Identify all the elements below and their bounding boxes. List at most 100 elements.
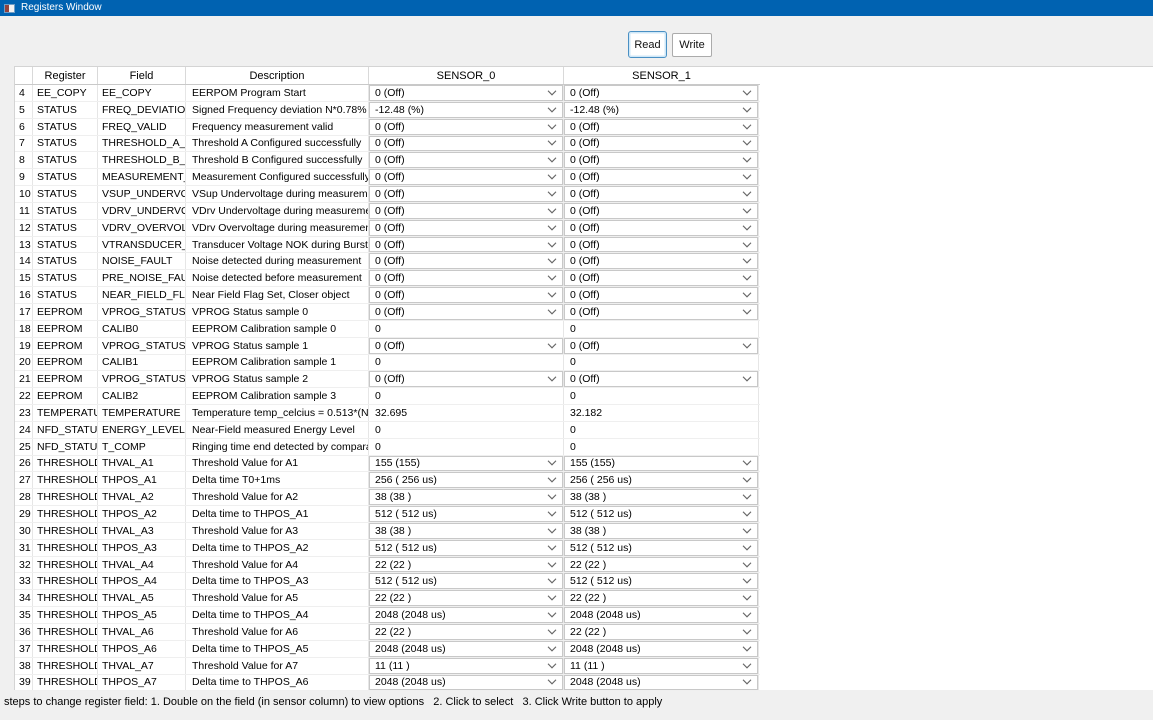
sensor0-dropdown[interactable]: 2048 (2048 us) — [369, 675, 563, 691]
sensor1-dropdown[interactable]: 0 (Off) — [564, 186, 758, 202]
sensor1-dropdown[interactable]: 2048 (2048 us) — [564, 675, 758, 691]
write-button[interactable]: Write — [672, 33, 712, 57]
sensor0-dropdown[interactable]: 0 (Off) — [369, 237, 563, 253]
sensor0-dropdown[interactable]: 38 (38 ) — [369, 489, 563, 505]
sensor1-dropdown[interactable]: 512 ( 512 us) — [564, 573, 758, 589]
register-column-header[interactable]: Register — [33, 67, 98, 84]
field-cell: PRE_NOISE_FAULT — [98, 270, 186, 286]
field-cell: CALIB0 — [98, 321, 186, 337]
chevron-down-icon — [547, 679, 557, 685]
sensor0-dropdown[interactable]: 0 (Off) — [369, 253, 563, 269]
sensor1-cell: 0 — [564, 355, 759, 371]
sensor0-dropdown[interactable]: 0 (Off) — [369, 338, 563, 354]
sensor0-dropdown[interactable]: 0 (Off) — [369, 186, 563, 202]
sensor0-dropdown[interactable]: 512 ( 512 us) — [369, 573, 563, 589]
table-row: 15STATUSPRE_NOISE_FAULTNoise detected be… — [15, 270, 760, 287]
sensor1-dropdown[interactable]: 2048 (2048 us) — [564, 641, 758, 657]
sensor0-dropdown[interactable]: 2048 (2048 us) — [369, 607, 563, 623]
sensor1-dropdown[interactable]: -12.48 (%) — [564, 102, 758, 118]
sensor0-dropdown[interactable]: 22 (22 ) — [369, 590, 563, 606]
sensor0-dropdown[interactable]: 0 (Off) — [369, 85, 563, 101]
row-number: 34 — [15, 590, 33, 606]
sensor0-dropdown[interactable]: 155 (155) — [369, 456, 563, 472]
sensor1-dropdown[interactable]: 256 ( 256 us) — [564, 472, 758, 488]
sensor0-dropdown[interactable]: 0 (Off) — [369, 119, 563, 135]
sensor1-cell: 0 (Off) — [564, 152, 759, 168]
row-number: 12 — [15, 220, 33, 236]
field-cell: MEASUREMENT_OK — [98, 169, 186, 185]
sensor1-dropdown[interactable]: 0 (Off) — [564, 287, 758, 303]
sensor0-cell: 0 (Off) — [369, 220, 564, 236]
sensor1-dropdown[interactable]: 0 (Off) — [564, 304, 758, 320]
sensor1-dropdown[interactable]: 0 (Off) — [564, 136, 758, 152]
field-cell: VPROG_STATUS0 — [98, 304, 186, 320]
sensor1-dropdown[interactable]: 22 (22 ) — [564, 624, 758, 640]
sensor1-dropdown[interactable]: 0 (Off) — [564, 85, 758, 101]
read-button[interactable]: Read — [628, 31, 667, 58]
sensor1-dropdown[interactable]: 38 (38 ) — [564, 523, 758, 539]
sensor0-dropdown[interactable]: 512 ( 512 us) — [369, 540, 563, 556]
register-cell: STATUS — [33, 152, 98, 168]
sensor1-value: -12.48 (%) — [565, 104, 742, 116]
sensor0-dropdown[interactable]: 512 ( 512 us) — [369, 506, 563, 522]
sensor1-value: 22 (22 ) — [565, 626, 742, 638]
sensor1-dropdown[interactable]: 155 (155) — [564, 456, 758, 472]
chevron-down-icon — [742, 679, 752, 685]
sensor0-dropdown[interactable]: 0 (Off) — [369, 304, 563, 320]
sensor1-dropdown[interactable]: 512 ( 512 us) — [564, 540, 758, 556]
field-cell: CALIB1 — [98, 355, 186, 371]
sensor0-value: 38 (38 ) — [370, 491, 547, 503]
sensor0-dropdown[interactable]: 0 (Off) — [369, 220, 563, 236]
sensor1-dropdown[interactable]: 0 (Off) — [564, 152, 758, 168]
sensor0-dropdown[interactable]: 0 (Off) — [369, 270, 563, 286]
sensor1-dropdown[interactable]: 0 (Off) — [564, 220, 758, 236]
sensor1-value: 0 (Off) — [565, 137, 742, 149]
description-column-header[interactable]: Description — [186, 67, 369, 84]
row-number: 26 — [15, 456, 33, 472]
sensor0-dropdown[interactable]: 0 (Off) — [369, 152, 563, 168]
row-number: 22 — [15, 388, 33, 404]
sensor0-column-header[interactable]: SENSOR_0 — [369, 67, 564, 84]
sensor1-column-header[interactable]: SENSOR_1 — [564, 67, 759, 84]
sensor1-dropdown[interactable]: 512 ( 512 us) — [564, 506, 758, 522]
sensor0-dropdown[interactable]: 22 (22 ) — [369, 624, 563, 640]
description-cell: Near Field Flag Set, Closer object — [186, 287, 369, 303]
field-cell: THVAL_A2 — [98, 489, 186, 505]
sensor0-dropdown[interactable]: 256 ( 256 us) — [369, 472, 563, 488]
sensor1-value: 0 (Off) — [565, 306, 742, 318]
sensor0-dropdown[interactable]: 0 (Off) — [369, 203, 563, 219]
row-number: 29 — [15, 506, 33, 522]
sensor1-dropdown[interactable]: 2048 (2048 us) — [564, 607, 758, 623]
sensor1-dropdown[interactable]: 0 (Off) — [564, 371, 758, 387]
register-cell: THRESHOLD_A — [33, 540, 98, 556]
table-row: 24NFD_STATUSENERGY_LEVELNear-Field measu… — [15, 422, 760, 439]
sensor1-dropdown[interactable]: 11 (11 ) — [564, 658, 758, 674]
sensor0-cell: 32.695 — [369, 405, 564, 421]
chevron-down-icon — [547, 477, 557, 483]
sensor1-dropdown[interactable]: 0 (Off) — [564, 237, 758, 253]
row-number: 4 — [15, 85, 33, 101]
registers-table: Register Field Description SENSOR_0 SENS… — [15, 67, 760, 691]
sensor1-dropdown[interactable]: 22 (22 ) — [564, 590, 758, 606]
sensor0-dropdown[interactable]: 0 (Off) — [369, 287, 563, 303]
sensor0-cell: 0 (Off) — [369, 270, 564, 286]
sensor1-dropdown[interactable]: 22 (22 ) — [564, 557, 758, 573]
sensor1-dropdown[interactable]: 0 (Off) — [564, 338, 758, 354]
sensor0-dropdown[interactable]: 22 (22 ) — [369, 557, 563, 573]
sensor1-dropdown[interactable]: 0 (Off) — [564, 169, 758, 185]
chevron-down-icon — [547, 124, 557, 130]
sensor0-dropdown[interactable]: 0 (Off) — [369, 371, 563, 387]
sensor0-dropdown[interactable]: 0 (Off) — [369, 136, 563, 152]
description-cell: Threshold Value for A6 — [186, 624, 369, 640]
sensor1-dropdown[interactable]: 0 (Off) — [564, 270, 758, 286]
sensor0-dropdown[interactable]: 38 (38 ) — [369, 523, 563, 539]
sensor1-dropdown[interactable]: 38 (38 ) — [564, 489, 758, 505]
field-column-header[interactable]: Field — [98, 67, 186, 84]
sensor1-dropdown[interactable]: 0 (Off) — [564, 119, 758, 135]
sensor1-dropdown[interactable]: 0 (Off) — [564, 203, 758, 219]
sensor0-dropdown[interactable]: 2048 (2048 us) — [369, 641, 563, 657]
sensor0-dropdown[interactable]: 11 (11 ) — [369, 658, 563, 674]
sensor1-dropdown[interactable]: 0 (Off) — [564, 253, 758, 269]
sensor0-dropdown[interactable]: -12.48 (%) — [369, 102, 563, 118]
sensor0-dropdown[interactable]: 0 (Off) — [369, 169, 563, 185]
